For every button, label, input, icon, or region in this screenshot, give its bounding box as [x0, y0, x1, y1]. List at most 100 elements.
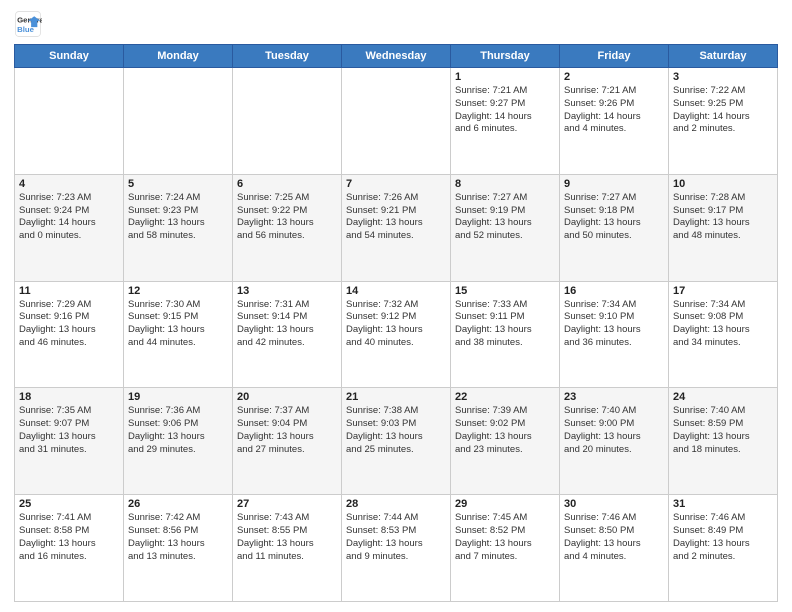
logo-icon: General Blue [14, 10, 42, 38]
weekday-header-monday: Monday [124, 45, 233, 68]
day-number: 18 [19, 391, 119, 403]
day-number: 11 [19, 285, 119, 297]
day-cell: 6 Sunrise: 7:25 AM Sunset: 9:22 PM Daylig… [233, 174, 342, 281]
day-cell: 28Sunrise: 7:44 AM Sunset: 8:53 PM Dayli… [342, 495, 451, 602]
day-number: 7 [346, 178, 446, 190]
day-cell: 26 Sunrise: 7:42 AM Sunset: 8:56 PM Dayli… [124, 495, 233, 602]
day-cell: 5 Sunrise: 7:24 AM Sunset: 9:23 PM Daylig… [124, 174, 233, 281]
week-row-2: 4 Sunrise: 7:23 AM Sunset: 9:24 PM Daylig… [15, 174, 778, 281]
day-cell: 24 Sunrise: 7:40 AM Sunset: 8:59 PM Dayli… [669, 388, 778, 495]
day-cell: 17Sunrise: 7:34 AM Sunset: 9:08 PM Dayli… [669, 281, 778, 388]
week-row-4: 18Sunrise: 7:35 AM Sunset: 9:07 PM Dayli… [15, 388, 778, 495]
day-number: 9 [564, 178, 664, 190]
day-info: Sunrise: 7:27 AM Sunset: 9:18 PM Dayligh… [564, 192, 664, 243]
day-number: 6 [237, 178, 337, 190]
day-info: Sunrise: 7:29 AM Sunset: 9:16 PM Dayligh… [19, 299, 119, 350]
day-number: 28 [346, 498, 446, 510]
day-number: 13 [237, 285, 337, 297]
day-number: 20 [237, 391, 337, 403]
day-info: Sunrise: 7:40 AM Sunset: 8:59 PM Dayligh… [673, 405, 773, 456]
day-cell [233, 68, 342, 175]
day-cell: 2Sunrise: 7:21 AM Sunset: 9:26 PM Daylig… [560, 68, 669, 175]
day-number: 16 [564, 285, 664, 297]
day-number: 8 [455, 178, 555, 190]
day-info: Sunrise: 7:40 AM Sunset: 9:00 PM Dayligh… [564, 405, 664, 456]
day-cell: 21Sunrise: 7:38 AM Sunset: 9:03 PM Dayli… [342, 388, 451, 495]
day-info: Sunrise: 7:26 AM Sunset: 9:21 PM Dayligh… [346, 192, 446, 243]
day-number: 27 [237, 498, 337, 510]
day-cell: 11 Sunrise: 7:29 AM Sunset: 9:16 PM Dayli… [15, 281, 124, 388]
weekday-header-friday: Friday [560, 45, 669, 68]
day-cell: 8 Sunrise: 7:27 AM Sunset: 9:19 PM Daylig… [451, 174, 560, 281]
day-info: Sunrise: 7:34 AM Sunset: 9:10 PM Dayligh… [564, 299, 664, 350]
weekday-header-sunday: Sunday [15, 45, 124, 68]
day-info: Sunrise: 7:23 AM Sunset: 9:24 PM Dayligh… [19, 192, 119, 243]
weekday-header-tuesday: Tuesday [233, 45, 342, 68]
day-number: 26 [128, 498, 228, 510]
day-number: 19 [128, 391, 228, 403]
day-info: Sunrise: 7:21 AM Sunset: 9:27 PM Dayligh… [455, 85, 555, 136]
day-cell: 13 Sunrise: 7:31 AM Sunset: 9:14 PM Dayli… [233, 281, 342, 388]
day-cell: 15 Sunrise: 7:33 AM Sunset: 9:11 PM Dayli… [451, 281, 560, 388]
day-info: Sunrise: 7:24 AM Sunset: 9:23 PM Dayligh… [128, 192, 228, 243]
day-cell: 29 Sunrise: 7:45 AM Sunset: 8:52 PM Dayli… [451, 495, 560, 602]
calendar: SundayMondayTuesdayWednesdayThursdayFrid… [14, 44, 778, 602]
day-cell: 12Sunrise: 7:30 AM Sunset: 9:15 PM Dayli… [124, 281, 233, 388]
day-info: Sunrise: 7:37 AM Sunset: 9:04 PM Dayligh… [237, 405, 337, 456]
day-number: 4 [19, 178, 119, 190]
day-info: Sunrise: 7:41 AM Sunset: 8:58 PM Dayligh… [19, 512, 119, 563]
day-number: 10 [673, 178, 773, 190]
day-info: Sunrise: 7:27 AM Sunset: 9:19 PM Dayligh… [455, 192, 555, 243]
day-cell: 19 Sunrise: 7:36 AM Sunset: 9:06 PM Dayli… [124, 388, 233, 495]
day-number: 30 [564, 498, 664, 510]
day-cell: 14 Sunrise: 7:32 AM Sunset: 9:12 PM Dayli… [342, 281, 451, 388]
day-info: Sunrise: 7:22 AM Sunset: 9:25 PM Dayligh… [673, 85, 773, 136]
day-cell: 23 Sunrise: 7:40 AM Sunset: 9:00 PM Dayli… [560, 388, 669, 495]
day-cell: 25 Sunrise: 7:41 AM Sunset: 8:58 PM Dayli… [15, 495, 124, 602]
day-number: 29 [455, 498, 555, 510]
day-cell: 16 Sunrise: 7:34 AM Sunset: 9:10 PM Dayli… [560, 281, 669, 388]
day-number: 21 [346, 391, 446, 403]
day-cell: 20 Sunrise: 7:37 AM Sunset: 9:04 PM Dayli… [233, 388, 342, 495]
day-number: 24 [673, 391, 773, 403]
logo: General Blue [14, 10, 46, 38]
day-info: Sunrise: 7:32 AM Sunset: 9:12 PM Dayligh… [346, 299, 446, 350]
day-info: Sunrise: 7:33 AM Sunset: 9:11 PM Dayligh… [455, 299, 555, 350]
day-number: 31 [673, 498, 773, 510]
weekday-header-thursday: Thursday [451, 45, 560, 68]
day-info: Sunrise: 7:45 AM Sunset: 8:52 PM Dayligh… [455, 512, 555, 563]
day-info: Sunrise: 7:36 AM Sunset: 9:06 PM Dayligh… [128, 405, 228, 456]
day-info: Sunrise: 7:28 AM Sunset: 9:17 PM Dayligh… [673, 192, 773, 243]
day-info: Sunrise: 7:31 AM Sunset: 9:14 PM Dayligh… [237, 299, 337, 350]
day-cell: 1 Sunrise: 7:21 AM Sunset: 9:27 PM Daylig… [451, 68, 560, 175]
day-cell: 30Sunrise: 7:46 AM Sunset: 8:50 PM Dayli… [560, 495, 669, 602]
day-number: 1 [455, 71, 555, 83]
weekday-header-row: SundayMondayTuesdayWednesdayThursdayFrid… [15, 45, 778, 68]
day-number: 5 [128, 178, 228, 190]
day-cell: 31Sunrise: 7:46 AM Sunset: 8:49 PM Dayli… [669, 495, 778, 602]
day-cell: 3 Sunrise: 7:22 AM Sunset: 9:25 PM Daylig… [669, 68, 778, 175]
week-row-3: 11 Sunrise: 7:29 AM Sunset: 9:16 PM Dayli… [15, 281, 778, 388]
header: General Blue [14, 10, 778, 38]
weekday-header-saturday: Saturday [669, 45, 778, 68]
day-number: 22 [455, 391, 555, 403]
day-cell: 27Sunrise: 7:43 AM Sunset: 8:55 PM Dayli… [233, 495, 342, 602]
day-number: 14 [346, 285, 446, 297]
day-number: 3 [673, 71, 773, 83]
day-cell: 9 Sunrise: 7:27 AM Sunset: 9:18 PM Daylig… [560, 174, 669, 281]
day-number: 2 [564, 71, 664, 83]
day-info: Sunrise: 7:42 AM Sunset: 8:56 PM Dayligh… [128, 512, 228, 563]
day-info: Sunrise: 7:25 AM Sunset: 9:22 PM Dayligh… [237, 192, 337, 243]
day-cell: 22 Sunrise: 7:39 AM Sunset: 9:02 PM Dayli… [451, 388, 560, 495]
day-cell: 4 Sunrise: 7:23 AM Sunset: 9:24 PM Daylig… [15, 174, 124, 281]
weekday-header-wednesday: Wednesday [342, 45, 451, 68]
day-info: Sunrise: 7:34 AM Sunset: 9:08 PM Dayligh… [673, 299, 773, 350]
day-info: Sunrise: 7:39 AM Sunset: 9:02 PM Dayligh… [455, 405, 555, 456]
day-cell: 18Sunrise: 7:35 AM Sunset: 9:07 PM Dayli… [15, 388, 124, 495]
day-number: 23 [564, 391, 664, 403]
day-cell [15, 68, 124, 175]
day-cell [124, 68, 233, 175]
day-number: 25 [19, 498, 119, 510]
week-row-1: 1 Sunrise: 7:21 AM Sunset: 9:27 PM Daylig… [15, 68, 778, 175]
day-number: 15 [455, 285, 555, 297]
